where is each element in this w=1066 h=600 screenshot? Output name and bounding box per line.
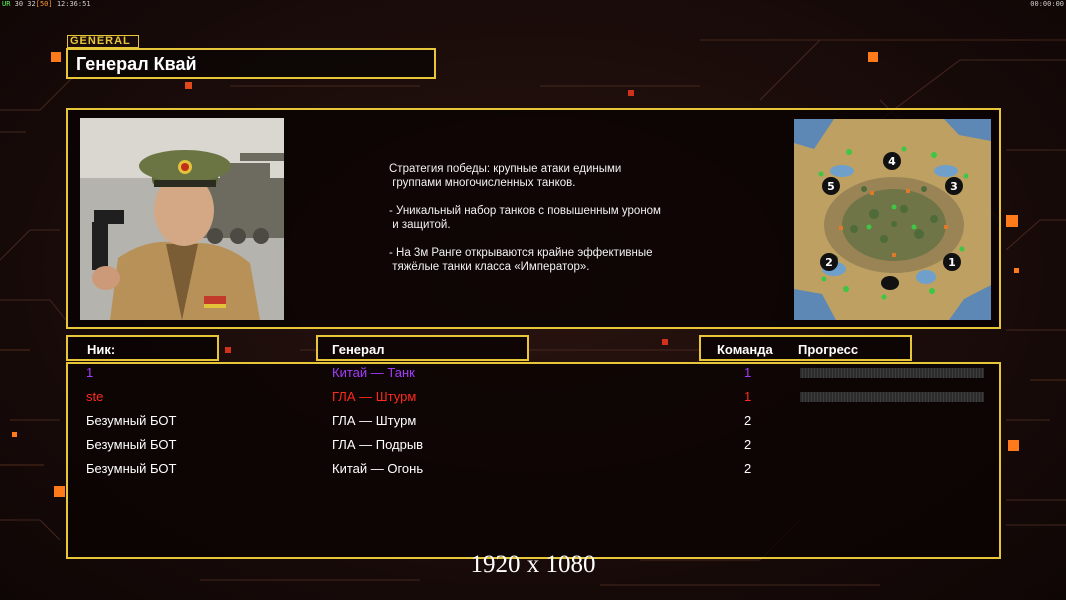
deco-square	[868, 52, 878, 62]
player-general[interactable]: ГЛА — Штурм	[332, 412, 416, 430]
map-slot-2[interactable]: 2	[825, 256, 833, 269]
map-slot-4[interactable]: 4	[888, 155, 896, 168]
general-portrait-image	[80, 118, 284, 320]
deco-square	[185, 82, 192, 89]
player-nick: Безумный БОТ	[86, 413, 177, 428]
map-preview[interactable]: 1 2 3 4 5	[794, 119, 991, 320]
player-nick: ste	[86, 389, 104, 404]
status-ur: UR	[2, 0, 11, 8]
player-general[interactable]: Китай — Огонь	[332, 460, 423, 478]
player-general[interactable]: ГЛА — Подрыв	[332, 436, 423, 454]
general-portrait	[80, 118, 284, 320]
general-title: Генерал Квай	[76, 54, 197, 74]
player-nick: 1	[86, 365, 94, 380]
player-nick: Безумный БОТ	[86, 437, 177, 452]
general-tag: GENERAL	[67, 35, 139, 48]
strategy-description: Стратегия победы: крупные атаки едиными …	[389, 163, 661, 273]
player-progress-bar	[800, 368, 984, 378]
player-team[interactable]: 2	[744, 436, 751, 454]
deco-square	[12, 432, 17, 437]
status-nums: 30 32	[14, 0, 36, 8]
player-team[interactable]: 2	[744, 412, 751, 430]
player-team[interactable]: 1	[744, 388, 751, 406]
player-general[interactable]: ГЛА — Штурм	[332, 388, 416, 406]
player-nick: Безумный БОТ	[86, 461, 177, 476]
map-slot-3[interactable]: 3	[950, 180, 958, 193]
player-row[interactable]: Безумный БОТ ГЛА — Подрыв 2	[86, 436, 986, 454]
status-bracket: [50]	[35, 0, 53, 8]
player-team[interactable]: 2	[744, 460, 751, 478]
deco-square	[54, 486, 65, 497]
map-slot-1[interactable]: 1	[948, 256, 956, 269]
general-header: Генерал	[316, 335, 529, 361]
deco-square	[1008, 440, 1019, 451]
resolution-label: 1920 x 1080	[470, 551, 596, 578]
nick-header: Ник:	[66, 335, 219, 361]
deco-square	[628, 90, 634, 96]
player-row[interactable]: Безумный БОТ ГЛА — Штурм 2	[86, 412, 986, 430]
general-title-box: Генерал Квай	[66, 48, 436, 79]
team-header-label: Команда	[717, 342, 773, 357]
team-progress-header: Команда Прогресс	[699, 335, 912, 361]
deco-square	[1014, 268, 1019, 273]
general-header-label: Генерал	[332, 342, 385, 357]
status-time: 12:36:51	[56, 0, 91, 8]
player-team[interactable]: 1	[744, 364, 751, 382]
player-row[interactable]: Безумный БОТ Китай — Огонь 2	[86, 460, 986, 478]
deco-square	[1006, 215, 1018, 227]
deco-square	[51, 52, 61, 62]
player-row[interactable]: ste ГЛА — Штурм 1	[86, 388, 986, 406]
deco-square	[225, 347, 231, 353]
player-row[interactable]: 1 Китай — Танк 1	[86, 364, 986, 382]
top-status-bar: UR 30 32[50] 12:36:51	[2, 0, 91, 8]
top-right-clock: 00:00:00	[1030, 0, 1064, 8]
player-general[interactable]: Китай — Танк	[332, 364, 415, 382]
map-slot-5[interactable]: 5	[827, 180, 835, 193]
map-preview-image: 1 2 3 4 5	[794, 119, 991, 320]
nick-header-label: Ник:	[87, 342, 116, 357]
deco-square	[662, 339, 668, 345]
player-progress-bar	[800, 392, 984, 402]
progress-header-label: Прогресс	[798, 342, 859, 357]
